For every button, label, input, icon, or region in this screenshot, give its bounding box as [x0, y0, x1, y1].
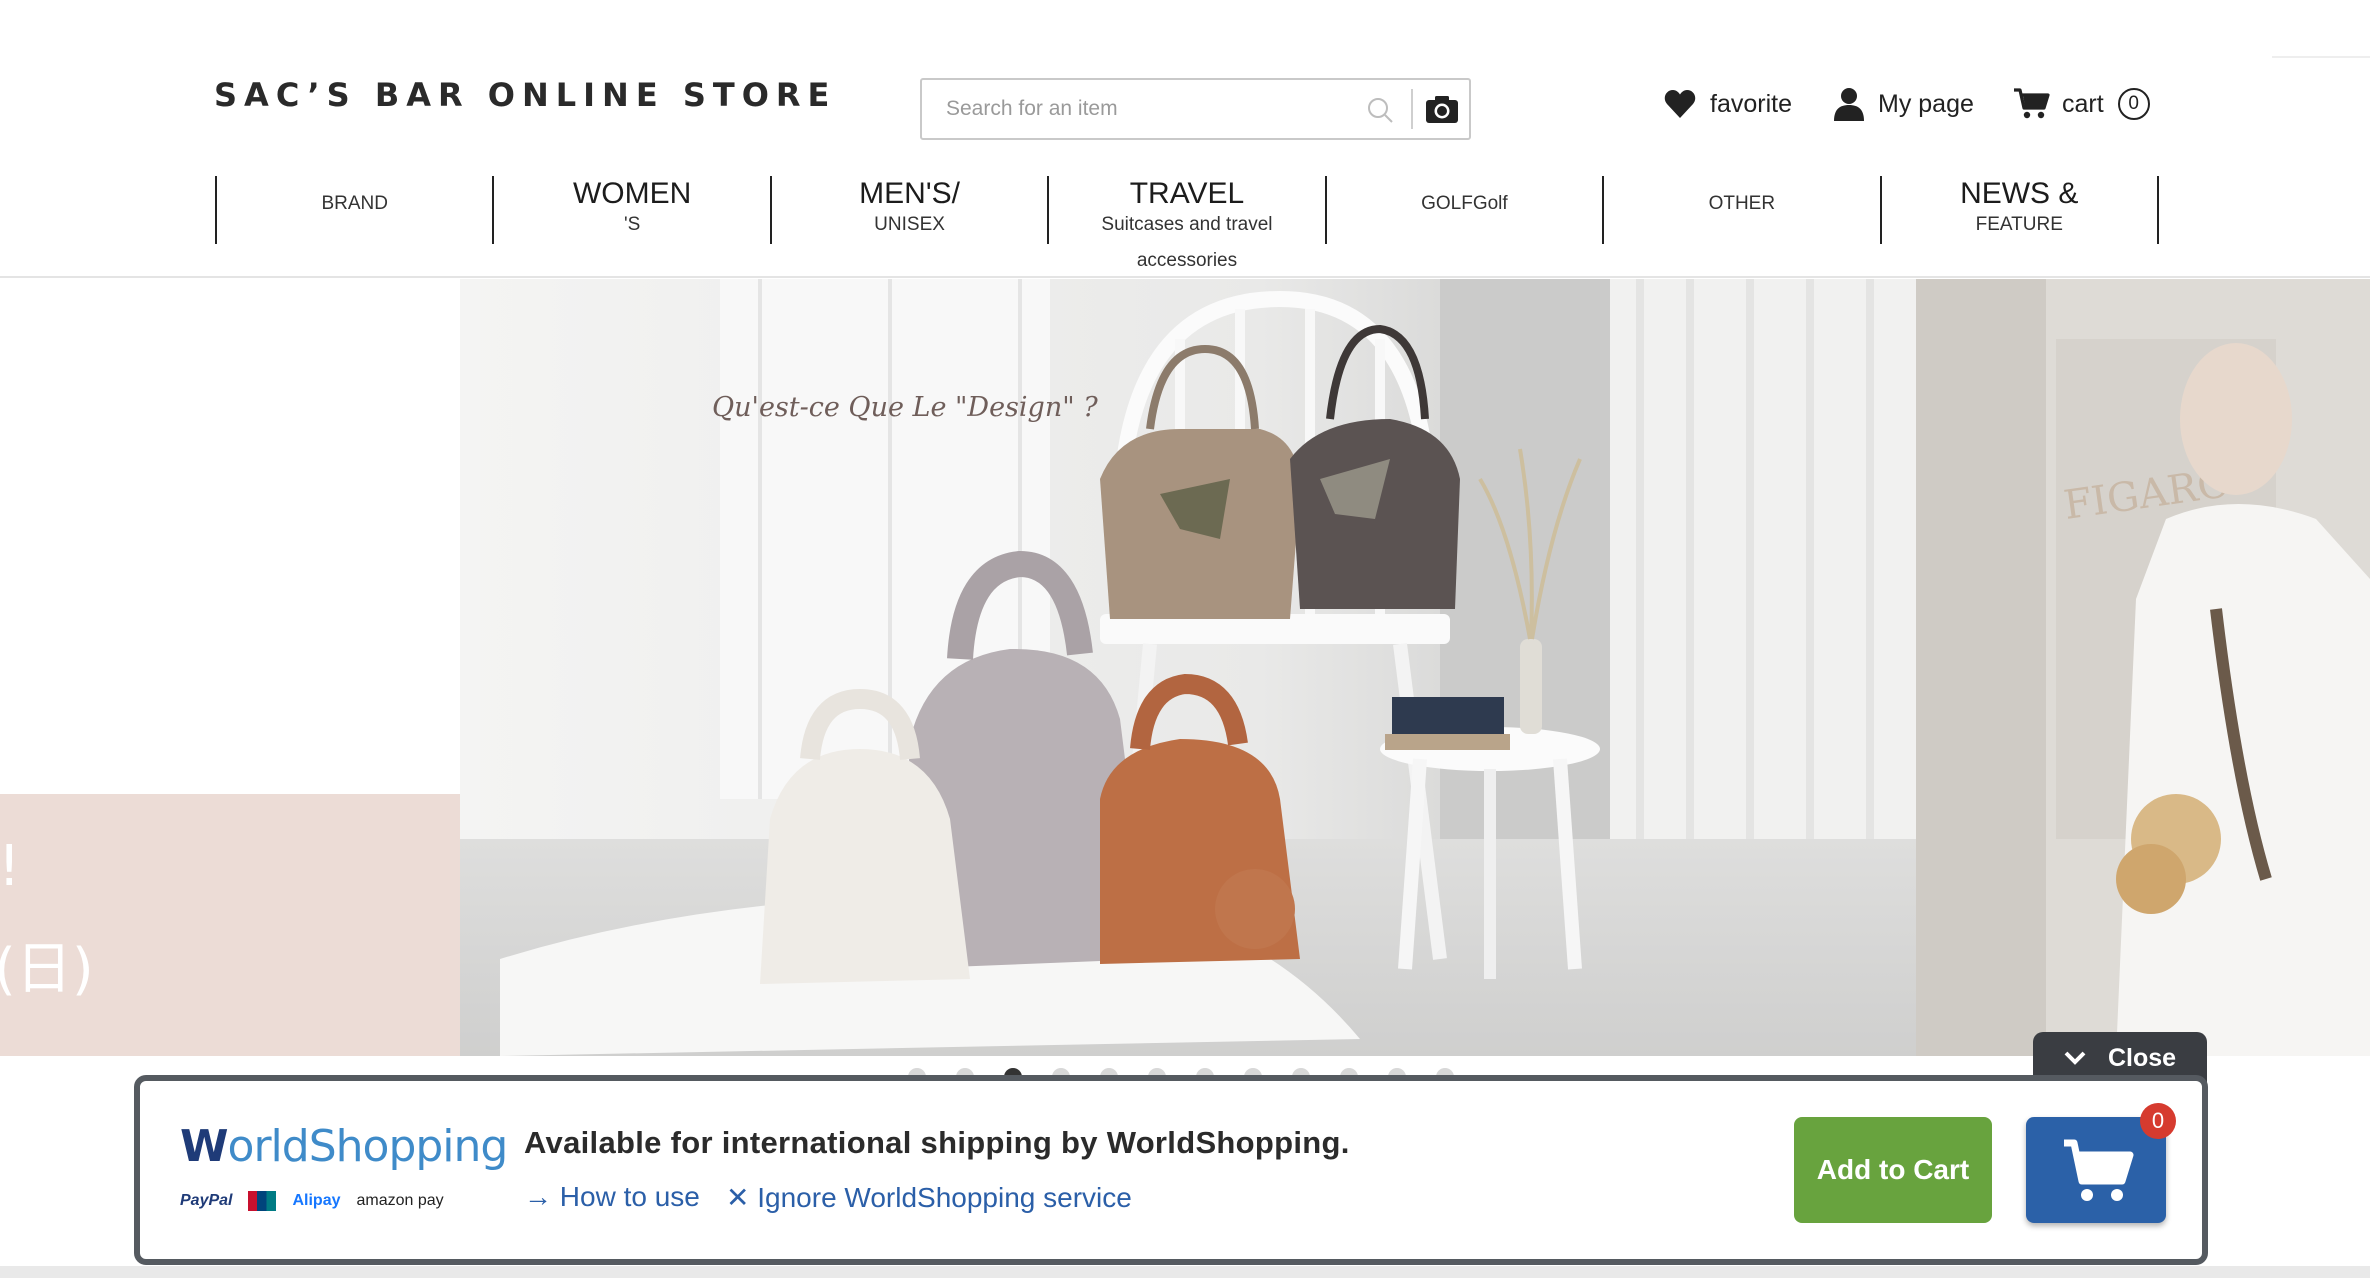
nav-item-women[interactable]: WOMEN 'S: [494, 176, 772, 244]
divider: [2272, 56, 2370, 58]
nav-label: MEN'S/: [859, 177, 960, 210]
page: SAC’S BAR ONLINE STORE favorite My page: [0, 0, 2370, 1278]
page-bottom-strip: [0, 1266, 2370, 1278]
cart-count-badge: 0: [2117, 88, 2150, 120]
search-separator: [1411, 89, 1413, 129]
nav-sublabel-2: accessories: [1136, 250, 1238, 271]
nav-sublabel: Suitcases and travel: [1101, 214, 1273, 235]
nav-label: WOMEN: [572, 177, 692, 210]
promo-panel: ! (日): [0, 794, 460, 1056]
cart-label: cart: [2062, 89, 2104, 118]
amazonpay-logo: amazon pay: [356, 1192, 444, 1209]
search-box: [920, 78, 1471, 140]
payment-logos: PayPal Alipay amazon pay: [180, 1191, 444, 1211]
favorite-link[interactable]: favorite: [1664, 84, 1792, 124]
nav-label: NEWS &: [1960, 177, 2079, 210]
alipay-logo: Alipay: [292, 1192, 341, 1209]
nav-item-news[interactable]: NEWS & FEATURE: [1882, 176, 2159, 244]
nav-label: TRAVEL: [1129, 177, 1245, 210]
promo-text: !: [0, 834, 21, 899]
main-nav: BRAND WOMEN 'S MEN'S/ UNISEX TRAVEL Suit…: [215, 176, 2159, 271]
nav-item-mens[interactable]: MEN'S/ UNISEX: [772, 176, 1050, 244]
add-to-cart-button[interactable]: Add to Cart: [1794, 1117, 1992, 1223]
heart-icon: [1664, 90, 1696, 118]
nav-label: BRAND: [321, 193, 388, 214]
close-icon: ✕: [726, 1182, 758, 1213]
search-input[interactable]: [922, 80, 1352, 138]
nav-sublabel: FEATURE: [1975, 214, 2063, 235]
nav-item-golf[interactable]: GOLFGolf: [1327, 176, 1605, 244]
store-logo[interactable]: SAC’S BAR ONLINE STORE: [214, 76, 836, 114]
worldshopping-cart-badge: 0: [2140, 1103, 2176, 1139]
nav-sublabel: UNISEX: [874, 214, 945, 235]
chevron-down-icon: [2064, 1051, 2086, 1065]
slide-next[interactable]: FIGARO: [1916, 279, 2370, 1056]
mypage-label: My page: [1878, 89, 1974, 118]
worldshopping-wordmark: WorldShopping: [180, 1121, 508, 1172]
close-label: Close: [2107, 1043, 2177, 1072]
arrow-right-icon: →: [524, 1181, 560, 1212]
favorite-label: favorite: [1710, 89, 1792, 118]
header-divider: [0, 276, 2370, 278]
ignore-worldshopping-link[interactable]: ✕ Ignore WorldShopping service: [726, 1181, 1132, 1214]
nav-item-travel[interactable]: TRAVEL Suitcases and travel accessories: [1049, 176, 1327, 271]
unionpay-icon: [248, 1191, 277, 1211]
promo-text: (日): [0, 937, 94, 1002]
hero-caption: Qu'est-ce Que Le "Design" ?: [712, 392, 1098, 423]
slide-previous[interactable]: ! (日): [0, 279, 460, 1056]
worldshopping-logo: WorldShopping PayPal Alipay amazon pay: [180, 1121, 508, 1231]
user-icon: [1834, 88, 1864, 121]
nav-sublabel: 'S: [623, 214, 641, 235]
hero-carousel[interactable]: ! (日) Qu'est-ce Que Le "Design" ? FIGARO: [0, 279, 2370, 1056]
cart-icon: [2014, 88, 2050, 119]
nav-label: OTHER: [1708, 193, 1776, 214]
paypal-logo: PayPal: [180, 1192, 233, 1209]
search-icon[interactable]: [1366, 96, 1394, 124]
how-to-use-link[interactable]: → How to use: [524, 1181, 700, 1213]
nav-item-other[interactable]: OTHER: [1604, 176, 1882, 244]
worldshopping-message: Available for international shipping by …: [524, 1125, 1350, 1160]
hero-slide-image[interactable]: Qu'est-ce Que Le "Design" ?: [460, 279, 1916, 1056]
camera-icon[interactable]: [1423, 90, 1461, 128]
nav-label: GOLFGolf: [1421, 193, 1508, 214]
mypage-link[interactable]: My page: [1834, 84, 1974, 124]
worldshopping-bar: WorldShopping PayPal Alipay amazon pay A…: [134, 1075, 2208, 1265]
cart-link[interactable]: cart 0: [2014, 84, 2150, 124]
nav-item-brand[interactable]: BRAND: [217, 176, 495, 244]
